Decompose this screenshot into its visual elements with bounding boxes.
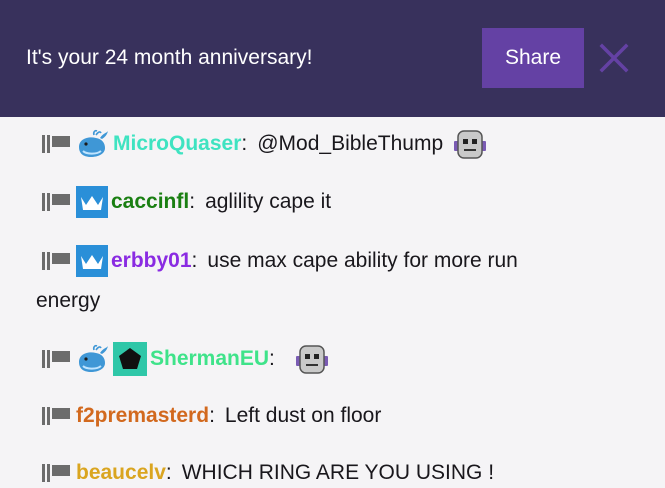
chat-message: ShermanEU: <box>36 339 636 379</box>
chat-username[interactable]: caccinfl <box>111 182 189 222</box>
chat-message: erbby01: use max cape ability for more r… <box>36 241 636 321</box>
chat-message: beaucelv: WHICH RING ARE YOU USING ! <box>36 453 636 488</box>
chat-text: Left dust on floor <box>224 404 382 427</box>
mod-icons[interactable] <box>40 250 76 272</box>
ban-flag-icon[interactable] <box>40 462 76 484</box>
anniversary-banner: It's your 24 month anniversary! Share <box>0 0 665 117</box>
chat-message: MicroQuaser: @Mod_BibleThump <box>36 124 636 164</box>
chat-text-continued: energy <box>36 289 101 312</box>
colon: : <box>269 347 275 370</box>
close-icon[interactable] <box>598 42 630 74</box>
whale-icon <box>76 342 110 376</box>
colon: : <box>241 132 248 155</box>
ban-flag-icon[interactable] <box>40 191 76 213</box>
chat-text: WHICH RING ARE YOU USING ! <box>181 461 495 484</box>
chat-username[interactable]: MicroQuaser <box>113 124 241 164</box>
whale-icon <box>76 127 110 161</box>
colon: : <box>191 249 198 272</box>
mod-icons[interactable] <box>40 348 76 370</box>
ban-flag-icon[interactable] <box>40 133 76 155</box>
ban-flag-icon[interactable] <box>40 250 76 272</box>
chat-username[interactable]: erbby01 <box>111 241 192 281</box>
crown-badge-icon <box>76 245 108 277</box>
pentagon-badge-icon <box>113 342 147 376</box>
colon: : <box>189 190 196 213</box>
chat-message: caccinfl: aglility cape it <box>36 182 636 222</box>
chat-username[interactable]: f2premasterd <box>76 396 209 436</box>
chat-username[interactable]: ShermanEU <box>150 339 269 379</box>
chat-text: aglility cape it <box>205 190 332 213</box>
banner-message: It's your 24 month anniversary! <box>26 46 313 69</box>
chat-username[interactable]: beaucelv <box>76 453 166 488</box>
robot-emote <box>451 125 489 163</box>
colon: : <box>165 461 172 484</box>
chat-text: @Mod_BibleThump <box>257 132 444 155</box>
mod-icons[interactable] <box>40 133 76 155</box>
chat-message: f2premasterd: Left dust on floor <box>36 396 636 436</box>
mod-icons[interactable] <box>40 405 76 427</box>
mod-icons[interactable] <box>40 191 76 213</box>
chat-text: use max cape ability for more run <box>207 249 518 272</box>
ban-flag-icon[interactable] <box>40 348 76 370</box>
ban-flag-icon[interactable] <box>40 405 76 427</box>
colon: : <box>209 404 215 427</box>
mod-icons[interactable] <box>40 462 76 484</box>
share-button[interactable]: Share <box>482 28 584 88</box>
chat-log: MicroQuaser: @Mod_BibleThump caccinfl: … <box>0 117 665 488</box>
robot-emote <box>293 340 331 378</box>
crown-badge-icon <box>76 186 108 218</box>
